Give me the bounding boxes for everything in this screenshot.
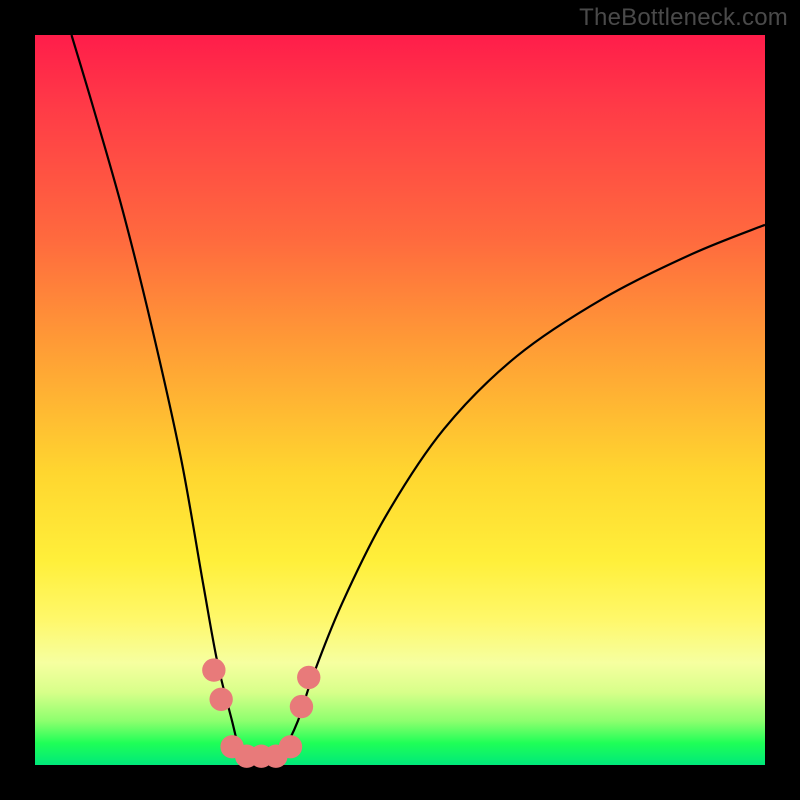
chart-frame: TheBottleneck.com <box>0 0 800 800</box>
bottom-dot <box>279 735 302 758</box>
bottom-dot <box>290 695 313 718</box>
plot-area <box>35 35 765 765</box>
chart-svg <box>35 35 765 765</box>
bottleneck-curve <box>72 35 766 766</box>
bottom-dot <box>202 658 225 681</box>
watermark-text: TheBottleneck.com <box>579 4 788 32</box>
bottom-dot <box>297 666 320 689</box>
bottleneck-curve-path <box>72 35 766 766</box>
bottom-dots <box>202 658 320 768</box>
bottom-dot <box>209 688 232 711</box>
